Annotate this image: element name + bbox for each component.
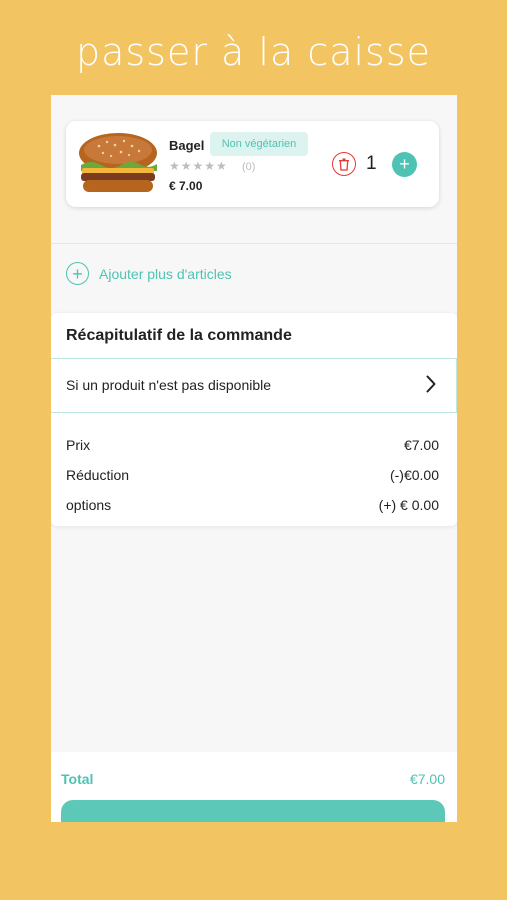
item-price: € 7.00 xyxy=(169,179,203,193)
rating-stars: ★★★★★ xyxy=(169,159,228,173)
price-row-label: Prix xyxy=(66,437,91,453)
total-value: €7.00 xyxy=(409,771,445,787)
summary-title: Récapitulatif de la commande xyxy=(66,327,292,344)
price-row: Prix €7.00 xyxy=(66,435,439,465)
options-row: options (+) € 0.00 xyxy=(66,495,439,525)
price-breakdown: Prix €7.00 Réduction (-)€0.00 options (+… xyxy=(66,435,439,525)
plus-icon: + xyxy=(399,154,410,174)
checkout-bar: Total €7.00 xyxy=(51,752,457,822)
app-screen: Bagel Non végétarien ★★★★★ (0) € 7.00 1 … xyxy=(51,95,457,822)
order-summary-card: Récapitulatif de la commande Si un produ… xyxy=(51,313,457,526)
add-more-label: Ajouter plus d'articles xyxy=(99,265,232,282)
discount-row-value: (-)€0.00 xyxy=(389,467,439,483)
discount-row: Réduction (-)€0.00 xyxy=(66,465,439,495)
chevron-right-icon xyxy=(426,375,436,393)
item-quantity: 1 xyxy=(366,153,377,174)
cart-item-card: Bagel Non végétarien ★★★★★ (0) € 7.00 1 … xyxy=(66,121,439,207)
add-more-items-button[interactable]: + Ajouter plus d'articles xyxy=(66,262,232,285)
item-name: Bagel xyxy=(169,138,205,153)
page-headline: passer à la caisse xyxy=(75,30,432,74)
discount-row-label: Réduction xyxy=(66,467,130,483)
delete-item-button[interactable] xyxy=(332,152,356,176)
options-row-value: (+) € 0.00 xyxy=(378,497,439,513)
trash-icon xyxy=(339,158,349,171)
total-label: Total xyxy=(61,771,94,787)
divider xyxy=(51,243,457,244)
bagel-image xyxy=(79,133,157,192)
increase-quantity-button[interactable]: + xyxy=(392,152,417,177)
diet-badge: Non végétarien xyxy=(210,132,308,156)
options-row-label: options xyxy=(66,497,112,513)
checkout-button[interactable] xyxy=(61,800,445,822)
price-row-value: €7.00 xyxy=(403,437,439,453)
unavailable-label: Si un produit n'est pas disponible xyxy=(66,377,272,393)
add-circle-icon: + xyxy=(66,262,89,285)
unavailable-product-option[interactable]: Si un produit n'est pas disponible xyxy=(51,358,457,413)
rating-count: (0) xyxy=(242,161,256,173)
